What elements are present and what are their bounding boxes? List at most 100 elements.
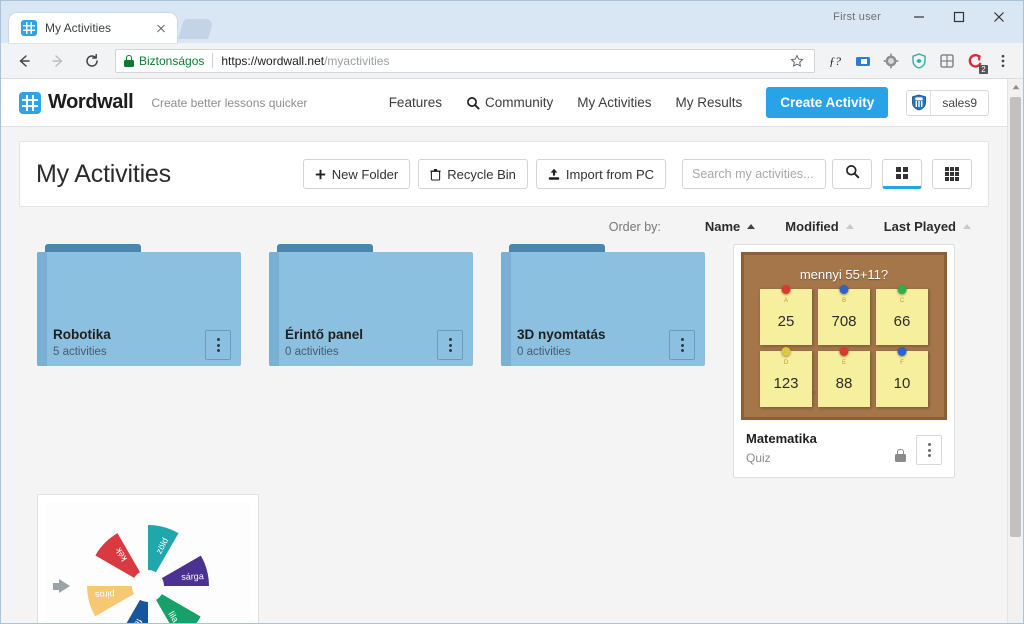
back-arrow-icon[interactable] (10, 47, 38, 75)
wordwall-logo-icon (19, 91, 41, 114)
folder-card[interactable]: Érintő panel 0 activities (269, 244, 481, 374)
pushpin-icon (897, 285, 907, 294)
items-grid: Robotika 5 activities Érintő panel 0 act… (19, 244, 989, 623)
window-minimize-icon[interactable] (899, 2, 939, 32)
order-name-label: Name (704, 219, 741, 234)
omnibox-divider (212, 53, 214, 68)
search-input[interactable] (682, 159, 826, 189)
page-title: My Activities (36, 159, 171, 188)
quiz-note: D 123 (760, 347, 812, 407)
wheel-segment-label: fekete (124, 617, 144, 623)
toolbar-actions: New Folder Recycle Bin Import from PC Se… (295, 159, 972, 189)
activity-thumbnail: mennyi 55+11? A 25 B 708 C 66 D 123 E 88… (741, 252, 947, 420)
site-nav: Features Community My Activities My Resu… (365, 87, 989, 118)
address-bar[interactable]: Biztonságos https://wordwall.net/myactiv… (115, 48, 815, 73)
order-last-played-label: Last Played (883, 219, 956, 234)
browser-tab[interactable]: My Activities (9, 13, 177, 43)
quiz-note-letter: E (841, 360, 847, 366)
folder-menu-button[interactable] (437, 330, 463, 360)
nav-link-my-activities[interactable]: My Activities (577, 95, 651, 110)
browser-viewport: Wordwall Create better lessons quicker F… (1, 79, 1023, 623)
window-profile-label: First user (833, 11, 881, 23)
nav-link-my-results[interactable]: My Results (676, 95, 743, 110)
sort-caret-up-icon (747, 224, 756, 229)
pushpin-icon (839, 285, 849, 294)
grid-extension-icon[interactable] (934, 48, 960, 74)
quiz-note-letter: B (841, 298, 847, 304)
order-option-name[interactable]: Name (704, 219, 756, 234)
window-close-icon[interactable] (979, 2, 1019, 32)
pushpin-icon (781, 285, 791, 294)
activity-thumbnail: zöld sárga lila fekete piros kék (45, 502, 251, 623)
user-menu[interactable]: sales9 (906, 89, 989, 116)
folder-card[interactable]: Robotika 5 activities (37, 244, 249, 374)
new-folder-button[interactable]: New Folder (302, 159, 411, 189)
bookmark-star-icon[interactable] (786, 50, 808, 72)
chrome-menu-icon[interactable] (990, 48, 1016, 74)
new-tab-button[interactable] (178, 19, 214, 39)
nav-link-community[interactable]: Community (466, 95, 553, 110)
search-submit-button[interactable] (832, 159, 872, 189)
quiz-note-letter: C (899, 298, 905, 304)
activity-menu-button[interactable] (916, 435, 942, 465)
folder-meta: Érintő panel 0 activities (285, 327, 363, 358)
recycle-bin-button[interactable]: Recycle Bin (418, 159, 528, 189)
url-path: /myactivities (324, 53, 390, 68)
order-option-last-played[interactable]: Last Played (884, 219, 971, 234)
url-origin: https://wordwall.net (221, 53, 325, 68)
sort-caret-up-icon (963, 224, 971, 229)
browser-toolbar: Biztonságos https://wordwall.net/myactiv… (1, 43, 1023, 79)
quiz-note: C 66 (876, 285, 928, 345)
blue-note-extension-icon[interactable] (850, 48, 876, 74)
folder-spine (501, 252, 511, 366)
browser-titlebar: My Activities First user (1, 1, 1023, 43)
folder-spine (37, 252, 47, 366)
wheel-segment-label: kék (113, 546, 130, 564)
gear-globe-extension-icon[interactable] (878, 48, 904, 74)
scrollbar-up-arrow-icon[interactable] (1008, 79, 1023, 95)
wheel-segment-label: piros (95, 589, 116, 601)
import-from-pc-label: Import from PC (565, 166, 654, 182)
shield-extension-icon[interactable] (906, 48, 932, 74)
browser-window: My Activities First user Biztonságos htt… (0, 0, 1024, 624)
nav-my-results-label: My Results (675, 95, 743, 110)
nav-features-label: Features (388, 95, 442, 110)
scrollbar-thumb[interactable] (1010, 97, 1021, 537)
view-toggle-large[interactable] (882, 159, 922, 189)
trash-icon (430, 168, 441, 181)
activity-card[interactable]: zöld sárga lila fekete piros kék (37, 494, 259, 623)
page-scrollbar[interactable] (1007, 79, 1023, 623)
wordwall-favicon-icon (21, 20, 37, 36)
order-option-modified[interactable]: Modified (785, 219, 854, 234)
new-folder-label: New Folder (331, 166, 399, 182)
quiz-answer-notes: A 25 B 708 C 66 D 123 E 88 F 10 (760, 285, 928, 407)
quiz-note-value: 708 (831, 312, 857, 330)
tab-close-icon[interactable] (153, 20, 169, 36)
import-from-pc-button[interactable]: Import from PC (535, 159, 666, 189)
window-maximize-icon[interactable] (939, 2, 979, 32)
reload-icon[interactable] (78, 47, 106, 75)
tab-title: My Activities (45, 21, 112, 35)
fonts-ninja-extension-icon[interactable]: ƒ? (822, 48, 848, 74)
folder-card[interactable]: 3D nyomtatás 0 activities (501, 244, 713, 374)
forward-arrow-icon[interactable] (44, 47, 72, 75)
search-icon (466, 96, 480, 110)
wordwall-logo-text: Wordwall (48, 91, 134, 113)
folder-meta: 3D nyomtatás 0 activities (517, 327, 606, 358)
folder-meta: Robotika 5 activities (53, 327, 111, 358)
wheel-segment-label: lila (166, 609, 181, 623)
nav-link-features[interactable]: Features (389, 95, 442, 110)
wordwall-logo[interactable]: Wordwall (19, 91, 134, 114)
view-toggle-small[interactable] (932, 159, 972, 189)
order-by-label: Order by: (608, 219, 661, 234)
red-circle-extension-icon[interactable]: 2 (962, 48, 988, 74)
spinner-wheel-thumbnail: zöld sárga lila fekete piros kék (45, 502, 251, 623)
order-modified-label: Modified (785, 219, 839, 234)
folder-menu-button[interactable] (669, 330, 695, 360)
create-activity-button[interactable]: Create Activity (766, 87, 889, 118)
quiz-note: E 88 (818, 347, 870, 407)
folder-menu-button[interactable] (205, 330, 231, 360)
activity-card[interactable]: mennyi 55+11? A 25 B 708 C 66 D 123 E 88… (733, 244, 955, 478)
secure-lock-icon (124, 54, 134, 67)
wheel-hub (132, 570, 164, 602)
